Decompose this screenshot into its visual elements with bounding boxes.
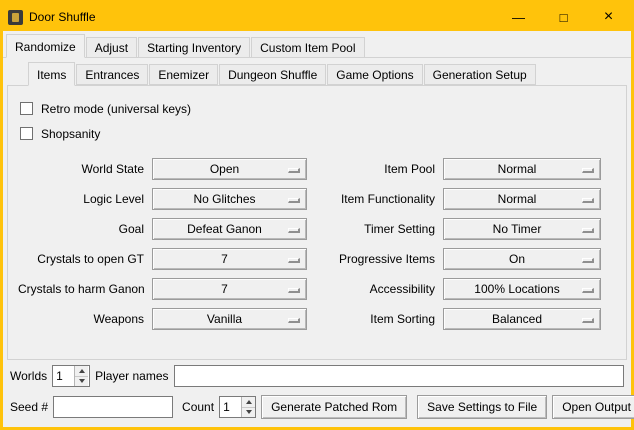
spin-down-icon[interactable] [75,377,88,387]
randomize-pane: Items Entrances Enemizer Dungeon Shuffle… [3,58,631,427]
item-sorting-dropdown[interactable]: Balanced [443,308,601,330]
shopsanity-row: Shopsanity [20,125,618,142]
crystals-harm-ganon-label: Crystals to harm Ganon [18,282,144,296]
count-label: Count [182,400,214,414]
maximize-icon: □ [560,11,568,24]
tab-adjust[interactable]: Adjust [86,37,137,58]
minimize-icon: — [512,11,525,24]
dropdown-indicator-icon [288,288,300,293]
player-names-label: Player names [95,369,168,383]
weapons-dropdown[interactable]: Vanilla [152,308,307,330]
spin-up-icon[interactable] [242,397,255,408]
close-button[interactable]: × [586,3,631,31]
tab-entrances[interactable]: Entrances [76,64,148,85]
tab-enemizer[interactable]: Enemizer [149,64,218,85]
worlds-spinner-buttons [74,366,88,386]
item-functionality-label: Item Functionality [315,192,435,206]
window-title: Door Shuffle [29,10,96,24]
minimize-button[interactable]: — [496,3,541,31]
dropdown-indicator-icon [582,198,594,203]
app-icon [8,10,23,25]
dropdown-indicator-icon [582,288,594,293]
crystals-open-gt-dropdown[interactable]: 7 [152,248,307,270]
window-content: Randomize Adjust Starting Inventory Cust… [3,31,631,427]
dropdown-indicator-icon [582,168,594,173]
item-pool-dropdown[interactable]: Normal [443,158,601,180]
world-state-dropdown[interactable]: Open [152,158,307,180]
goal-label: Goal [18,222,144,236]
maximize-button[interactable]: □ [541,3,586,31]
logic-level-label: Logic Level [18,192,144,206]
seed-row: Seed # Count Generate Patched Rom Save S… [10,395,624,419]
tab-custom-item-pool[interactable]: Custom Item Pool [251,37,364,58]
player-names-input[interactable] [174,365,625,387]
progressive-items-label: Progressive Items [315,252,435,266]
count-input[interactable] [220,397,241,417]
weapons-label: Weapons [18,312,144,326]
worlds-label: Worlds [10,369,47,383]
app-window: Door Shuffle — □ × Randomize Adjust Star… [0,0,634,430]
dropdown-indicator-icon [582,318,594,323]
item-pool-label: Item Pool [315,162,435,176]
inner-tabbar: Items Entrances Enemizer Dungeon Shuffle… [3,62,631,85]
seed-input[interactable] [53,396,173,418]
dropdown-indicator-icon [288,198,300,203]
tab-items[interactable]: Items [28,62,75,86]
spin-down-icon[interactable] [242,408,255,418]
tab-starting-inventory[interactable]: Starting Inventory [138,37,250,58]
progressive-items-dropdown[interactable]: On [443,248,601,270]
dropdown-indicator-icon [582,258,594,263]
timer-setting-dropdown[interactable]: No Timer [443,218,601,240]
open-output-directory-button[interactable]: Open Output Directory [552,395,634,419]
tab-randomize[interactable]: Randomize [6,34,85,58]
worlds-spinner[interactable] [52,365,90,387]
bottom-controls: Worlds Player names Seed # Count [3,360,631,427]
save-settings-button[interactable]: Save Settings to File [417,395,547,419]
dropdown-indicator-icon [288,228,300,233]
tab-dungeon-shuffle[interactable]: Dungeon Shuffle [219,64,326,85]
shopsanity-label: Shopsanity [41,127,100,141]
titlebar: Door Shuffle — □ × [3,3,631,31]
tab-generation-setup[interactable]: Generation Setup [424,64,536,85]
logic-level-dropdown[interactable]: No Glitches [152,188,307,210]
timer-setting-label: Timer Setting [315,222,435,236]
dropdown-indicator-icon [582,228,594,233]
dropdown-indicator-icon [288,258,300,263]
outer-tabbar: Randomize Adjust Starting Inventory Cust… [3,34,631,58]
crystals-harm-ganon-dropdown[interactable]: 7 [152,278,307,300]
accessibility-label: Accessibility [315,282,435,296]
spin-up-icon[interactable] [75,366,88,377]
close-icon: × [604,9,613,25]
retro-mode-checkbox[interactable] [20,102,33,115]
count-spinner[interactable] [219,396,256,418]
retro-mode-row: Retro mode (universal keys) [20,100,618,117]
world-state-label: World State [18,162,144,176]
item-sorting-label: Item Sorting [315,312,435,326]
worlds-input[interactable] [53,366,74,386]
retro-mode-label: Retro mode (universal keys) [41,102,191,116]
shopsanity-checkbox[interactable] [20,127,33,140]
tab-game-options[interactable]: Game Options [327,64,422,85]
items-pane: Retro mode (universal keys) Shopsanity W… [7,85,627,360]
goal-dropdown[interactable]: Defeat Ganon [152,218,307,240]
dropdown-indicator-icon [288,168,300,173]
crystals-open-gt-label: Crystals to open GT [18,252,144,266]
item-functionality-dropdown[interactable]: Normal [443,188,601,210]
multiworld-row: Worlds Player names [10,364,624,388]
dropdown-indicator-icon [288,318,300,323]
count-spinner-buttons [241,397,255,417]
generate-patched-rom-button[interactable]: Generate Patched Rom [261,395,407,419]
accessibility-dropdown[interactable]: 100% Locations [443,278,601,300]
options-grid: World State Open Item Pool Normal Logic … [18,158,618,330]
seed-label: Seed # [10,400,48,414]
